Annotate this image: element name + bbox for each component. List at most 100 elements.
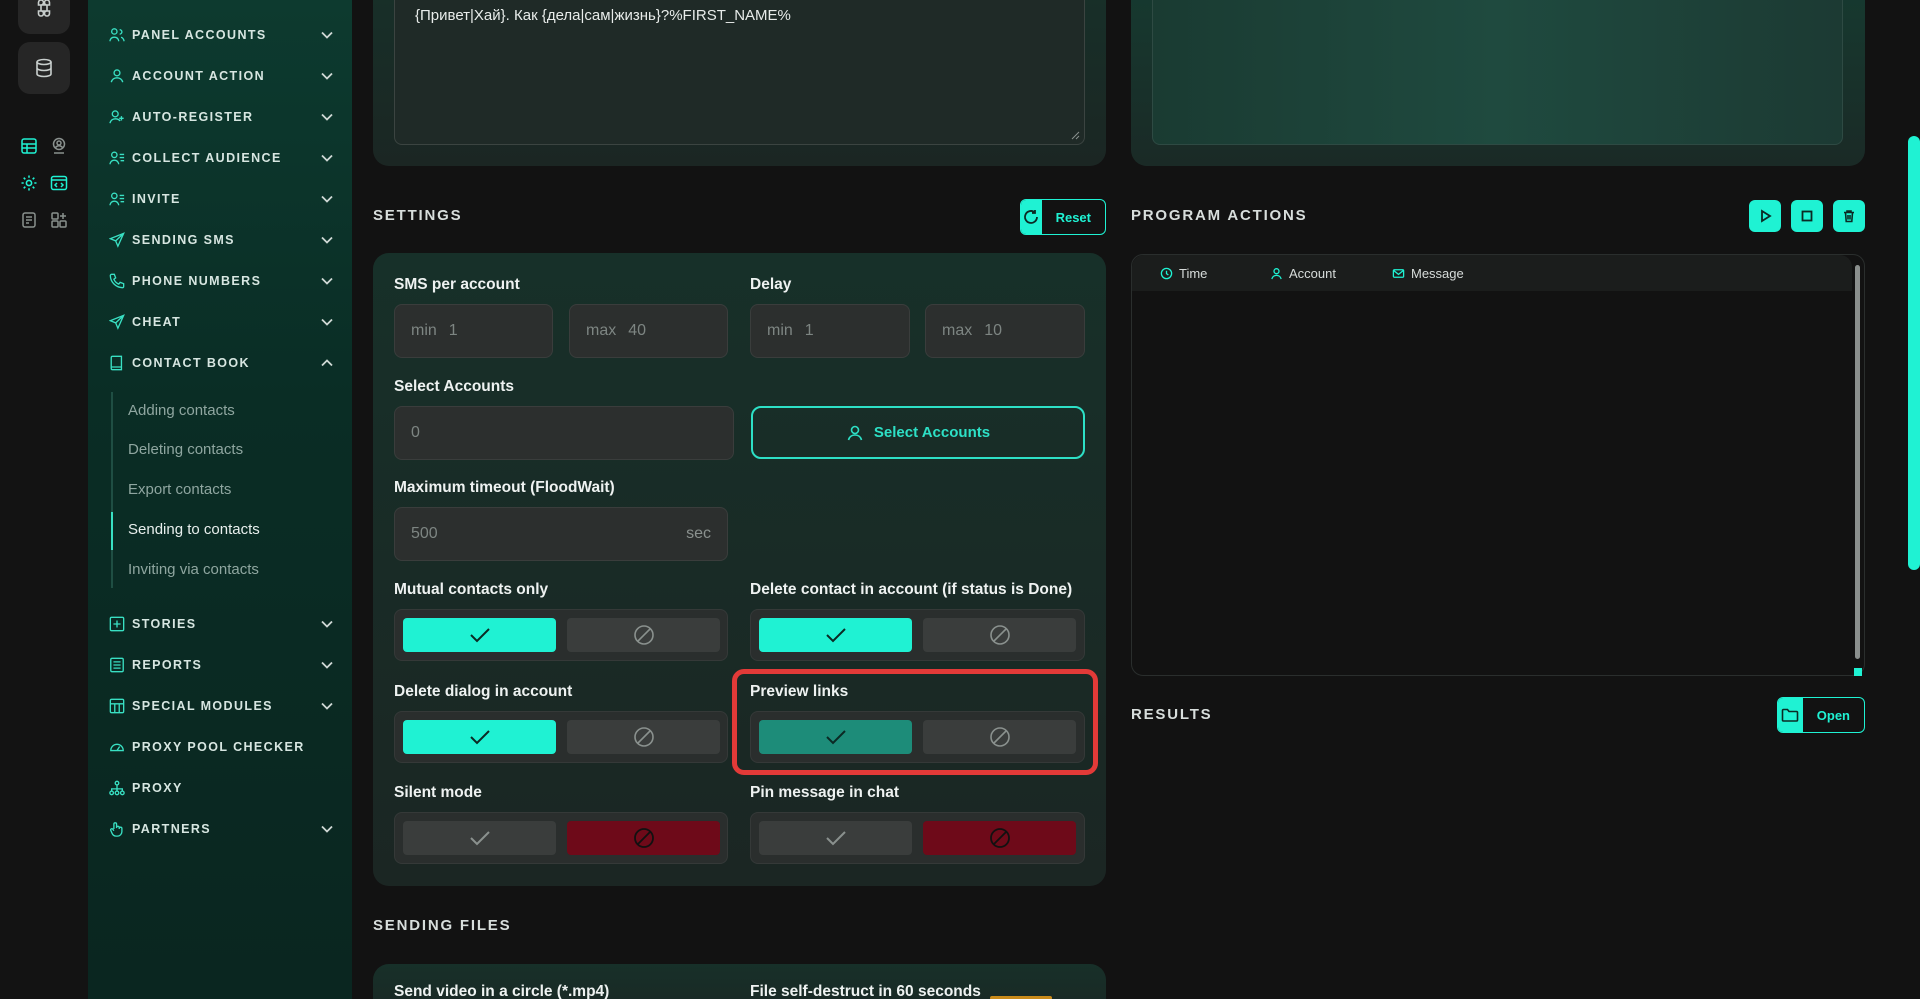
delete-dialog-toggle	[394, 711, 728, 763]
sidebar-item-reports[interactable]: REPORTS	[108, 650, 334, 680]
sidebar-item-partners[interactable]: PARTNERS	[108, 814, 334, 844]
select-accounts-button[interactable]: Select Accounts	[751, 406, 1085, 459]
delete-dialog-yes-button[interactable]	[403, 720, 556, 754]
check-icon	[825, 628, 846, 643]
accounts-count-input[interactable]: 0	[394, 406, 734, 460]
chevron-down-icon	[321, 825, 333, 833]
sms-max-value: 40	[628, 322, 647, 339]
mutual-yes-button[interactable]	[403, 618, 556, 652]
play-button[interactable]	[1749, 200, 1781, 232]
sms-max-input[interactable]: max 40	[569, 304, 728, 358]
sidebar-item-chevron	[320, 699, 334, 713]
sidebar-item-auto-register[interactable]: AUTO-REGISTER	[108, 102, 334, 132]
log-col-account[interactable]: Account	[1270, 266, 1336, 281]
sidebar-item-proxy[interactable]: PROXY	[108, 773, 334, 803]
table-icon[interactable]	[18, 135, 40, 157]
log-resize-handle[interactable]	[1854, 668, 1862, 676]
delete-contact-yes-button[interactable]	[759, 618, 912, 652]
database-button[interactable]	[18, 42, 70, 94]
command-button[interactable]	[18, 0, 70, 34]
paper-plane-icon	[108, 313, 126, 331]
sub-item-adding-contacts[interactable]: Adding contacts	[128, 402, 235, 419]
log-scrollbar[interactable]	[1855, 265, 1860, 659]
delete-contact-no-button[interactable]	[923, 618, 1076, 652]
network-icon	[108, 779, 126, 797]
preview-links-yes-button[interactable]	[759, 720, 912, 754]
gauge-icon	[108, 738, 126, 756]
open-results-button[interactable]: Open	[1777, 697, 1865, 733]
settings-title: SETTINGS	[373, 207, 463, 224]
command-icon	[37, 0, 51, 17]
sidebar-item-collect-audience[interactable]: COLLECT AUDIENCE	[108, 143, 334, 173]
sidebar-item-cheat[interactable]: CHEAT	[108, 307, 334, 337]
sidebar-item-chevron	[320, 192, 334, 206]
sidebar-item-special-modules[interactable]: SPECIAL MODULES	[108, 691, 334, 721]
sidebar-item-sending-sms[interactable]: SENDING SMS	[108, 225, 334, 255]
log-col-message[interactable]: Message	[1392, 266, 1464, 281]
sidebar-item-chevron	[320, 356, 334, 370]
sidebar-item-account-action[interactable]: ACCOUNT ACTION	[108, 61, 334, 91]
delete-button[interactable]	[1833, 200, 1865, 232]
page-scrollbar[interactable]	[1908, 136, 1920, 570]
sidebar-item-contact-book[interactable]: CONTACT BOOK	[108, 348, 334, 378]
sms-min-input[interactable]: min 1	[394, 304, 553, 358]
ban-icon	[633, 727, 654, 747]
log-col-time[interactable]: Time	[1160, 266, 1207, 281]
user-icon	[1271, 268, 1282, 280]
stop-button[interactable]	[1791, 200, 1823, 232]
ban-icon	[633, 625, 654, 645]
code-window-icon[interactable]	[48, 172, 70, 194]
mutual-contacts-label: Mutual contacts only	[394, 581, 549, 598]
mutual-no-button[interactable]	[567, 618, 720, 652]
sidebar-item-chevron	[320, 69, 334, 83]
delay-label: Delay	[750, 276, 792, 293]
preview-panel	[1131, 0, 1865, 166]
timeout-input[interactable]: 500 sec	[394, 507, 728, 561]
sidebar-item-chevron	[320, 822, 334, 836]
log-col-account-label: Account	[1289, 266, 1336, 281]
delay-min-input[interactable]: min 1	[750, 304, 910, 358]
chevron-down-icon	[321, 236, 333, 244]
silent-mode-no-button[interactable]	[567, 821, 720, 855]
preview-links-toggle	[750, 711, 1085, 763]
mutual-contacts-toggle	[394, 609, 728, 661]
paper-plane-icon	[108, 231, 126, 249]
sidebar-item-label: CHEAT	[132, 315, 182, 329]
sidebar-item-label: PARTNERS	[132, 822, 212, 836]
sidebar-item-panel-accounts[interactable]: PANEL ACCOUNTS	[108, 20, 334, 50]
preview-links-no-button[interactable]	[923, 720, 1076, 754]
sidebar-item-invite[interactable]: INVITE	[108, 184, 334, 214]
sms-per-account-label: SMS per account	[394, 276, 520, 293]
location-user-icon[interactable]	[48, 135, 70, 157]
log-header	[1132, 255, 1852, 291]
sub-item-sending-to-contacts[interactable]: Sending to contacts	[128, 521, 260, 538]
delete-dialog-no-button[interactable]	[567, 720, 720, 754]
message-textarea[interactable]: {Привет|Хай}. Как {дела|сам|жизнь}?%FIRS…	[394, 0, 1085, 145]
gear-icon[interactable]	[18, 172, 40, 194]
report-icon	[108, 656, 126, 674]
sidebar-item-stories[interactable]: STORIES	[108, 609, 334, 639]
check-icon	[825, 831, 846, 846]
delay-max-input[interactable]: max 10	[925, 304, 1085, 358]
chevron-down-icon	[321, 72, 333, 80]
sub-item-export-contacts[interactable]: Export contacts	[128, 481, 231, 498]
video-circle-label: Send video in a circle (*.mp4)	[394, 983, 610, 999]
left-rail	[0, 0, 88, 999]
sidebar-item-label: CONTACT BOOK	[132, 356, 250, 370]
sidebar-item-proxy-pool-checker[interactable]: PROXY POOL CHECKER	[108, 732, 334, 762]
silent-mode-yes-button[interactable]	[403, 821, 556, 855]
pin-message-no-button[interactable]	[923, 821, 1076, 855]
chevron-down-icon	[321, 277, 333, 285]
sidebar-item-phone-numbers[interactable]: PHONE NUMBERS	[108, 266, 334, 296]
sub-item-deleting-contacts[interactable]: Deleting contacts	[128, 441, 243, 458]
pin-message-yes-button[interactable]	[759, 821, 912, 855]
reset-button[interactable]: Reset	[1020, 199, 1106, 235]
sub-item-inviting-via-contacts[interactable]: Inviting via contacts	[128, 561, 259, 578]
silent-mode-toggle	[394, 812, 728, 864]
preview-links-label: Preview links	[750, 683, 849, 700]
sidebar-item-label: PROXY POOL CHECKER	[132, 740, 305, 754]
timeout-suffix: sec	[686, 525, 711, 542]
notes-icon[interactable]	[18, 209, 40, 231]
trash-icon	[1844, 210, 1854, 223]
widgets-icon[interactable]	[48, 209, 70, 231]
